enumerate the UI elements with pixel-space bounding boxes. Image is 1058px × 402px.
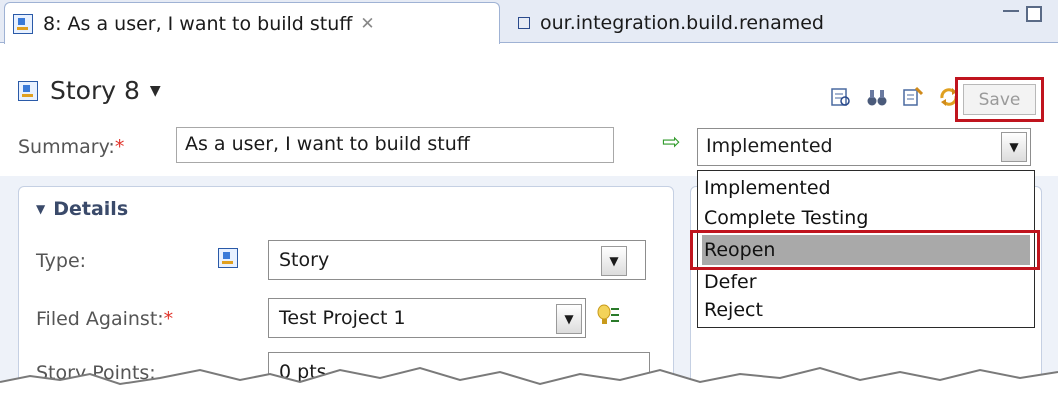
filed-against-value: Test Project 1 xyxy=(279,307,406,329)
category-icon[interactable] xyxy=(596,304,620,335)
status-select-value: Implemented xyxy=(706,135,833,157)
tab-build-renamed[interactable]: our.integration.build.renamed xyxy=(518,4,824,42)
story-icon xyxy=(13,13,33,34)
tab-story-8-label: 8: As a user, I want to build stuff xyxy=(43,12,353,35)
work-item-title-text: Story 8 xyxy=(50,76,140,105)
save-button[interactable]: Save xyxy=(963,84,1036,115)
arrow-right-icon: ⇨ xyxy=(662,130,681,155)
reopen-highlight xyxy=(690,230,1040,270)
type-label: Type: xyxy=(36,250,87,272)
story-icon xyxy=(18,80,38,101)
story-type-icon xyxy=(218,248,238,268)
chevron-down-icon[interactable]: ▼ xyxy=(1001,132,1027,162)
status-option-complete-testing[interactable]: Complete Testing xyxy=(702,203,1030,233)
summary-label: Summary:* xyxy=(18,136,124,158)
details-title-text: Details xyxy=(53,198,129,220)
type-select-value: Story xyxy=(279,249,330,271)
chevron-down-icon[interactable]: ▼ xyxy=(150,83,161,99)
save-highlight: Save xyxy=(955,77,1044,122)
filed-against-select[interactable]: Test Project 1 ▼ xyxy=(268,298,586,338)
filed-against-label: Filed Against:* xyxy=(36,308,173,330)
tab-story-8[interactable]: 8: As a user, I want to build stuff ✕ xyxy=(4,2,500,44)
work-item-title[interactable]: Story 8 ▼ xyxy=(18,76,161,105)
binoculars-icon[interactable] xyxy=(866,86,888,108)
status-option-reject[interactable]: Reject xyxy=(702,295,1030,325)
close-tab-icon[interactable]: ✕ xyxy=(360,14,374,34)
tab-build-renamed-label: our.integration.build.renamed xyxy=(540,12,824,34)
required-mark: * xyxy=(114,136,125,158)
summary-label-text: Summary: xyxy=(18,136,115,158)
summary-input[interactable]: As a user, I want to build stuff xyxy=(176,127,614,163)
edit-icon[interactable] xyxy=(902,86,924,108)
editor-tab-bar: 8: As a user, I want to build stuff ✕ ou… xyxy=(0,0,1058,44)
maximize-icon[interactable] xyxy=(1026,6,1042,22)
type-select[interactable]: Story ▼ xyxy=(268,240,646,280)
filed-against-label-text: Filed Against: xyxy=(36,308,164,330)
find-icon[interactable] xyxy=(830,86,852,108)
chevron-down-icon[interactable]: ▼ xyxy=(601,246,627,276)
status-option-defer[interactable]: Defer xyxy=(702,267,1030,297)
minimize-icon[interactable] xyxy=(1003,10,1019,13)
build-definition-icon xyxy=(518,17,530,29)
editor-toolbar xyxy=(830,86,960,108)
collapse-triangle-icon[interactable]: ▼ xyxy=(36,202,45,216)
torn-edge xyxy=(0,366,1058,402)
status-select[interactable]: Implemented ▼ xyxy=(697,128,1031,166)
chevron-down-icon[interactable]: ▼ xyxy=(556,304,582,334)
status-option-implemented[interactable]: Implemented xyxy=(702,173,1030,203)
required-mark: * xyxy=(163,308,174,330)
details-section-header[interactable]: ▼ Details xyxy=(36,198,128,220)
